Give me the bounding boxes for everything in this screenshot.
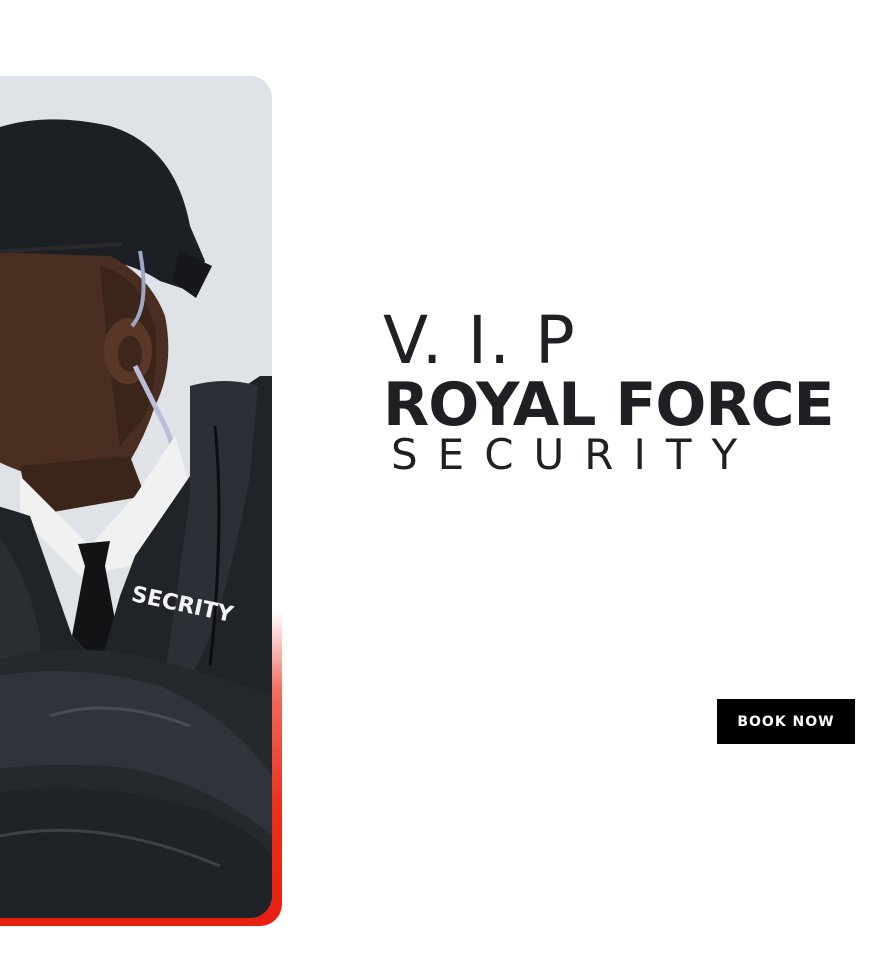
hero-heading: V. I. P ROYAL FORCE SECURITY [383, 306, 888, 476]
hero-subtitle-security: SECURITY [391, 430, 758, 479]
hero-title-vip: V. I. P [383, 302, 577, 379]
guard-photo: SECRITY [0, 76, 272, 918]
hero-section: SECRITY V. I. P ROYAL FORCE SECURITY BOO… [0, 0, 893, 971]
hero-title-royal-force: ROYAL FORCE [383, 370, 835, 440]
book-now-button[interactable]: BOOK NOW [717, 699, 855, 744]
guard-illustration: SECRITY [0, 76, 272, 918]
